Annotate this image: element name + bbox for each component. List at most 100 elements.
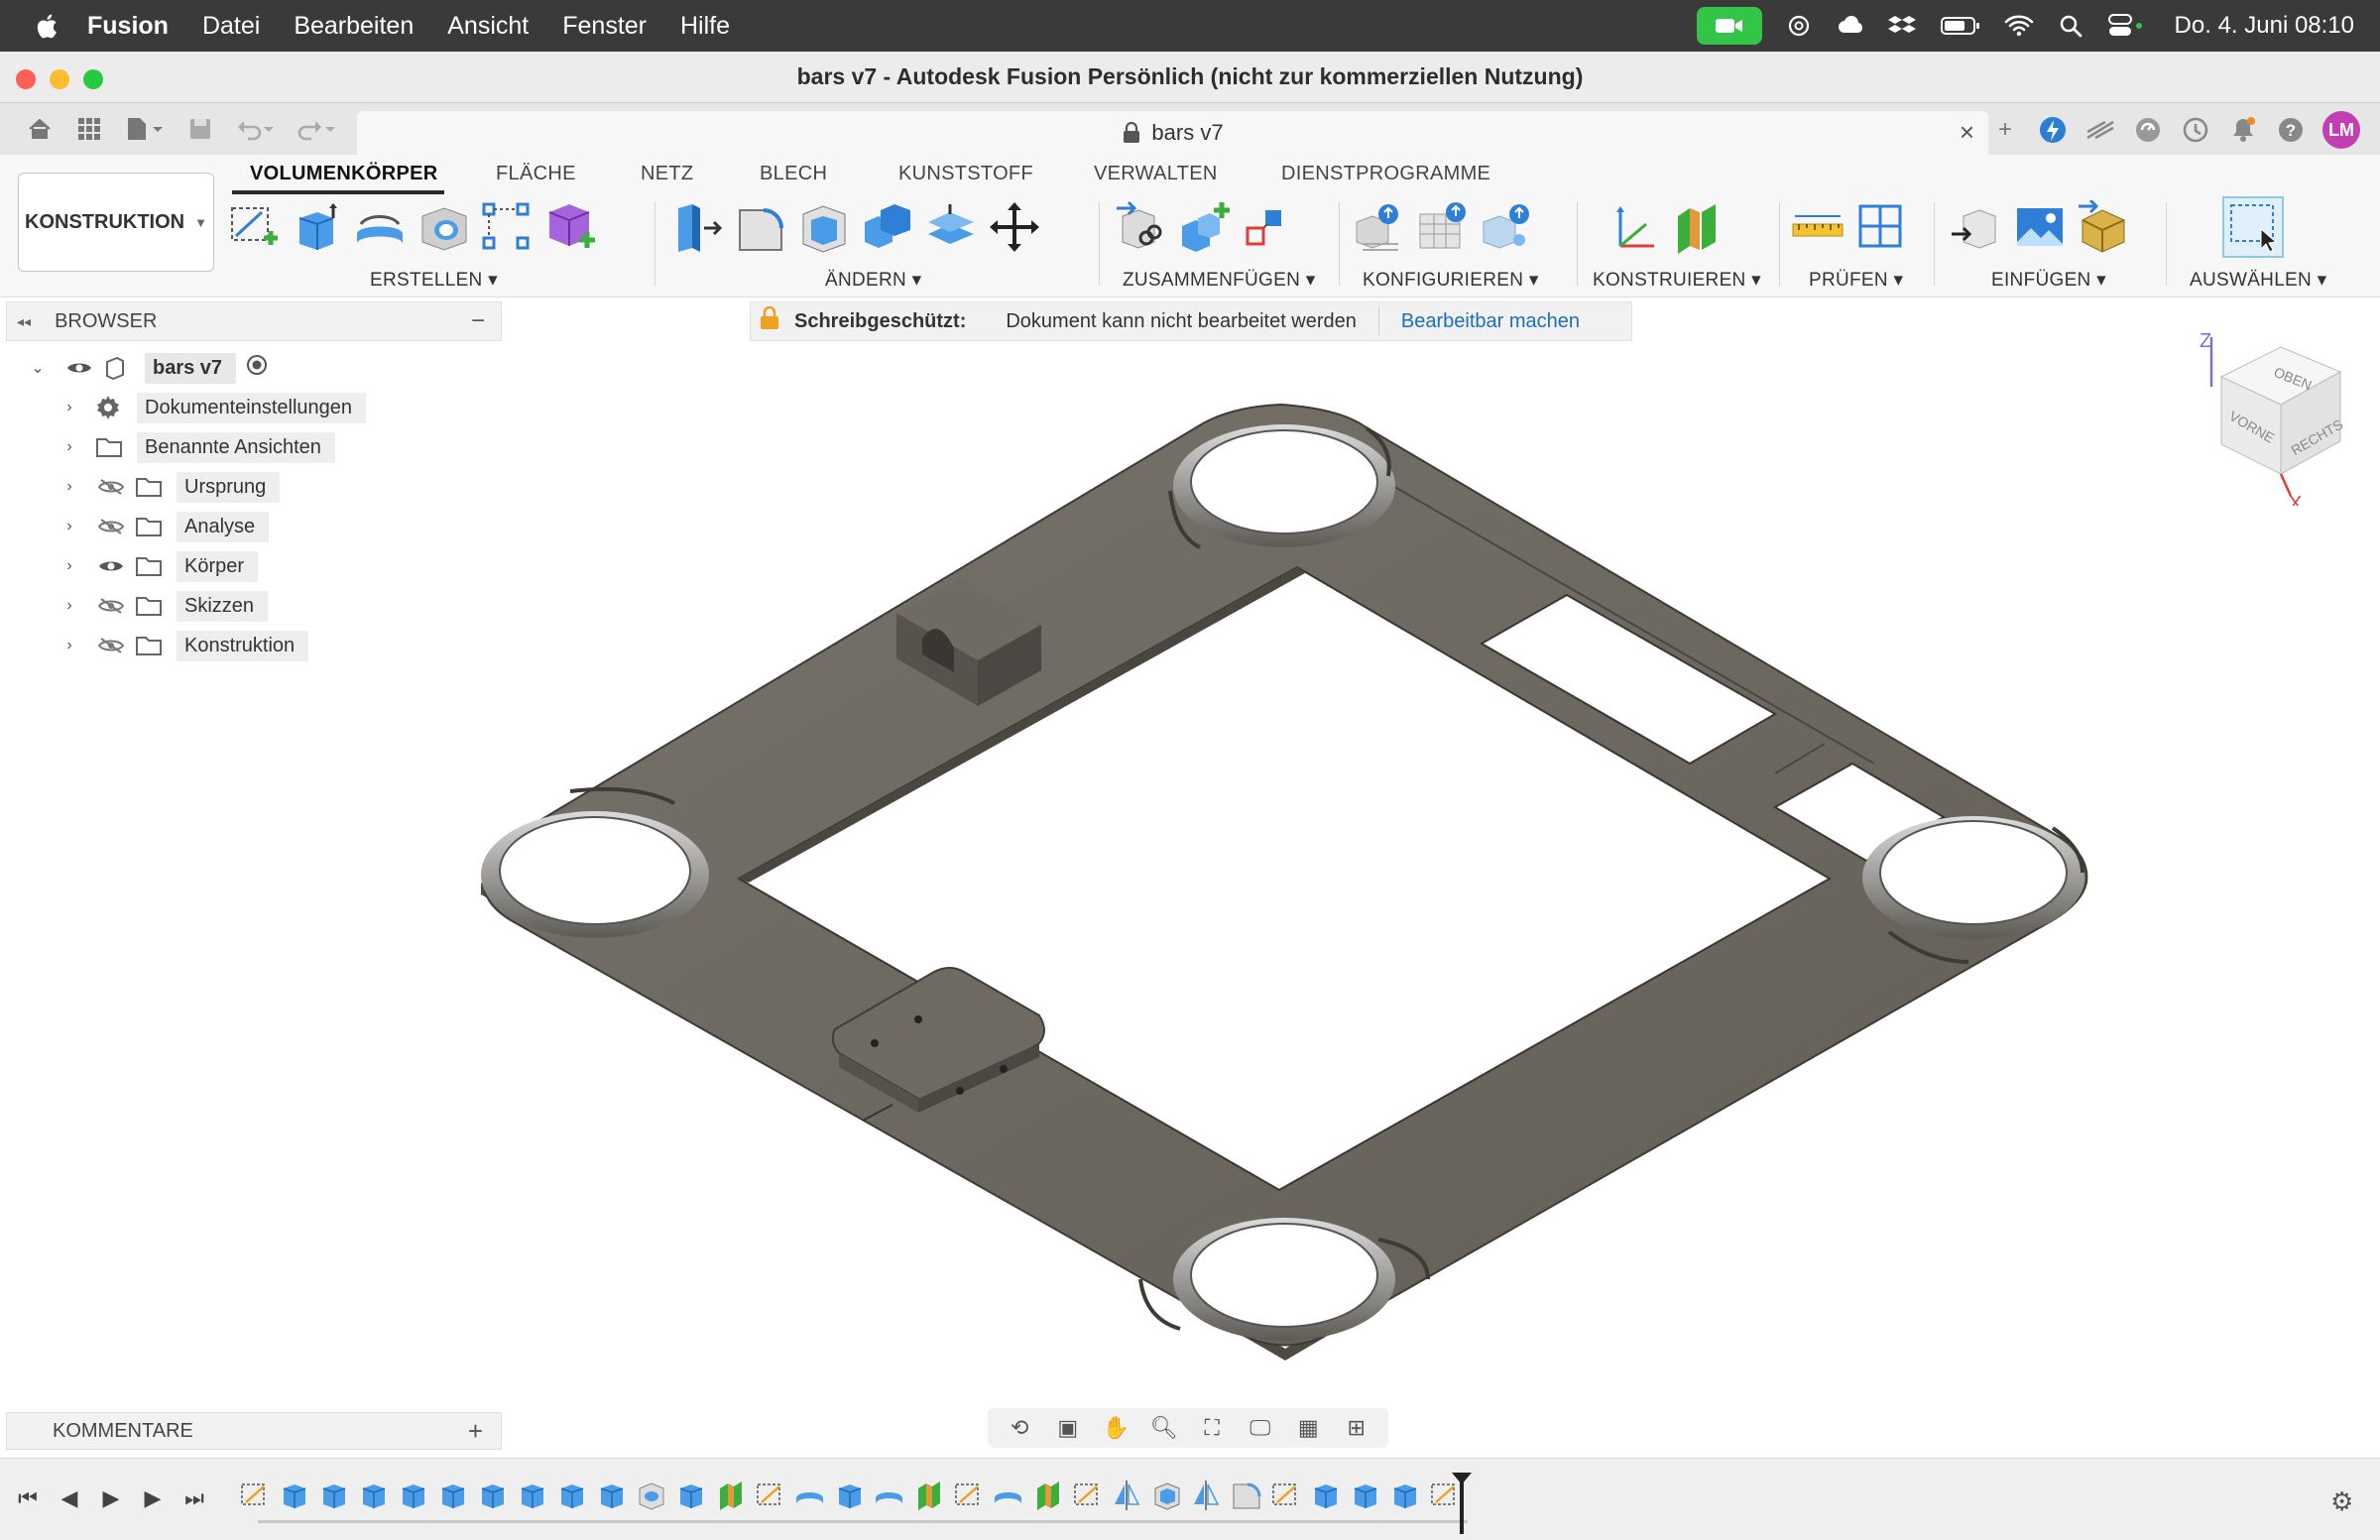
chevron-right-icon[interactable]: ›: [60, 438, 79, 456]
wifi-icon[interactable]: [2004, 11, 2034, 41]
grid-settings-icon[interactable]: ▦: [1293, 1413, 1323, 1443]
tab-kunststoff[interactable]: KUNSTSTOFF: [898, 163, 1033, 185]
browser-item-skizzen[interactable]: › Skizzen: [60, 588, 269, 624]
construct-plane-icon[interactable]: [1672, 200, 1726, 254]
battery-icon[interactable]: [1939, 11, 1982, 41]
eye-hidden-icon[interactable]: [95, 597, 127, 615]
timeline-sketch-feature-icon[interactable]: [1269, 1477, 1302, 1512]
spotlight-search-icon[interactable]: [2056, 11, 2085, 41]
menu-datei[interactable]: Datei: [202, 12, 260, 41]
menubar-clock[interactable]: Do. 4. Juni 08:10: [2175, 12, 2354, 40]
creative-cloud-icon[interactable]: [1836, 11, 1865, 41]
redo-icon[interactable]: [296, 113, 339, 145]
chevron-right-icon[interactable]: ›: [60, 478, 79, 496]
close-tab-icon[interactable]: ×: [1960, 117, 1974, 148]
combine-icon[interactable]: [861, 200, 914, 254]
timeline-extrude-feature-icon[interactable]: [476, 1477, 509, 1512]
timeline-extrude-feature-icon[interactable]: [833, 1477, 866, 1512]
timeline-extrude-feature-icon[interactable]: [436, 1477, 469, 1512]
new-tab-plus-icon[interactable]: +: [1989, 114, 2021, 146]
timeline-extrude-feature-icon[interactable]: [555, 1477, 588, 1512]
create-form-icon[interactable]: [543, 200, 597, 254]
document-tab[interactable]: bars v7 ×: [357, 111, 1988, 155]
timeline-marker[interactable]: [1452, 1473, 1472, 1534]
make-editable-link[interactable]: Bearbeitbar machen: [1401, 310, 1580, 333]
timeline-fillet-feature-icon[interactable]: [1230, 1477, 1262, 1512]
user-avatar[interactable]: LM: [2322, 111, 2360, 149]
group-konstruieren-label[interactable]: KONSTRUIEREN ▾: [1593, 269, 1761, 292]
display-settings-icon[interactable]: 🖵︎: [1246, 1413, 1275, 1443]
chevron-right-icon[interactable]: ›: [60, 557, 79, 575]
chevron-right-icon[interactable]: ›: [60, 518, 79, 535]
new-component-icon[interactable]: [1115, 200, 1168, 254]
eye-visible-icon[interactable]: [63, 360, 95, 376]
timeline-mirror-feature-icon[interactable]: [1111, 1477, 1143, 1512]
group-erstellen-label[interactable]: ERSTELLEN ▾: [370, 269, 498, 292]
timeline-extrude-feature-icon[interactable]: [278, 1477, 310, 1512]
timeline-plane-feature-icon[interactable]: [912, 1477, 945, 1512]
3d-viewport[interactable]: [0, 297, 2380, 1418]
group-zusammenfuegen-label[interactable]: ZUSAMMENFÜGEN ▾: [1123, 269, 1316, 292]
pan-hand-icon[interactable]: ✋: [1101, 1413, 1130, 1443]
look-at-icon[interactable]: ▣: [1053, 1413, 1083, 1443]
menu-fenster[interactable]: Fenster: [562, 12, 647, 41]
create-sketch-icon[interactable]: [226, 200, 280, 254]
save-icon[interactable]: [184, 113, 216, 145]
extrude-icon[interactable]: [290, 200, 343, 254]
menu-hilfe[interactable]: Hilfe: [680, 12, 730, 41]
select-window-icon[interactable]: [2221, 195, 2285, 259]
press-pull-icon[interactable]: [670, 200, 724, 254]
tab-netz[interactable]: NETZ: [641, 163, 693, 185]
tab-flaeche[interactable]: FLÄCHE: [496, 163, 576, 185]
browser-item-ursprung[interactable]: › Ursprung: [60, 469, 281, 505]
workspace-switcher[interactable]: KONSTRUKTION ▼: [18, 173, 214, 272]
eye-visible-icon[interactable]: [95, 558, 127, 574]
timeline-revolve-feature-icon[interactable]: [793, 1477, 826, 1512]
menu-bearbeiten[interactable]: Bearbeiten: [294, 12, 414, 41]
browser-item-dokumenteinstellungen[interactable]: › Dokumenteinstellungen: [60, 390, 367, 425]
browser-item-analyse[interactable]: › Analyse: [60, 509, 270, 544]
eye-hidden-icon[interactable]: [95, 518, 127, 535]
group-einfuegen-label[interactable]: EINFÜGEN ▾: [1991, 269, 2106, 292]
group-aendern-label[interactable]: ÄNDERN ▾: [825, 269, 921, 292]
measure-icon[interactable]: [1791, 200, 1844, 254]
browser-item-benannte-ansichten[interactable]: › Benannte Ansichten: [60, 429, 335, 465]
timeline-extrude-feature-icon[interactable]: [674, 1477, 707, 1512]
hole-icon[interactable]: [416, 200, 470, 254]
pattern-icon[interactable]: [480, 200, 534, 254]
revolve-icon[interactable]: [353, 200, 407, 254]
shell-icon[interactable]: [797, 200, 851, 254]
tab-verwalten[interactable]: VERWALTEN: [1094, 163, 1218, 185]
timeline-go-start-icon[interactable]: ⏮: [14, 1484, 42, 1512]
timeline-extrude-feature-icon[interactable]: [595, 1477, 628, 1512]
configure-table-icon[interactable]: [1416, 200, 1470, 254]
timeline-extrude-feature-icon[interactable]: [357, 1477, 390, 1512]
browser-item-konstruktion[interactable]: › Konstruktion: [60, 628, 309, 663]
history-clock-icon[interactable]: [2180, 114, 2211, 146]
timeline-step-back-icon[interactable]: ◀: [56, 1484, 83, 1512]
insert-mcmaster-icon[interactable]: [2077, 200, 2130, 254]
help-question-icon[interactable]: ?: [2275, 114, 2307, 146]
timeline-extrude-feature-icon[interactable]: [1309, 1477, 1342, 1512]
construct-axis-icon[interactable]: [1608, 200, 1662, 254]
timeline-hole-feature-icon[interactable]: [635, 1477, 667, 1512]
minimize-panel-icon[interactable]: −: [471, 307, 485, 335]
tab-dienstprogramme[interactable]: DIENSTPROGRAMME: [1281, 163, 1490, 185]
configure-parameters-icon[interactable]: [1353, 200, 1406, 254]
move-copy-icon[interactable]: [988, 200, 1041, 254]
timeline-settings-gear-icon[interactable]: ⚙: [2330, 1486, 2360, 1516]
timeline-play-icon[interactable]: ▶: [97, 1484, 125, 1512]
undo-icon[interactable]: [234, 113, 278, 145]
close-window-button[interactable]: [16, 69, 36, 89]
extensions-icon[interactable]: [2037, 114, 2069, 146]
zoom-window-button[interactable]: [83, 69, 103, 89]
configure-theme-icon[interactable]: [1480, 200, 1533, 254]
timeline-track[interactable]: [258, 1520, 1468, 1523]
viewports-icon[interactable]: ⊞: [1342, 1413, 1371, 1443]
add-comment-icon[interactable]: +: [468, 1416, 483, 1447]
menu-ansicht[interactable]: Ansicht: [447, 12, 529, 41]
fillet-icon[interactable]: [734, 200, 787, 254]
group-auswaehlen-label[interactable]: AUSWÄHLEN ▾: [2190, 269, 2326, 292]
timeline-plane-feature-icon[interactable]: [1031, 1477, 1064, 1512]
group-konfigurieren-label[interactable]: KONFIGURIEREN ▾: [1363, 269, 1539, 292]
